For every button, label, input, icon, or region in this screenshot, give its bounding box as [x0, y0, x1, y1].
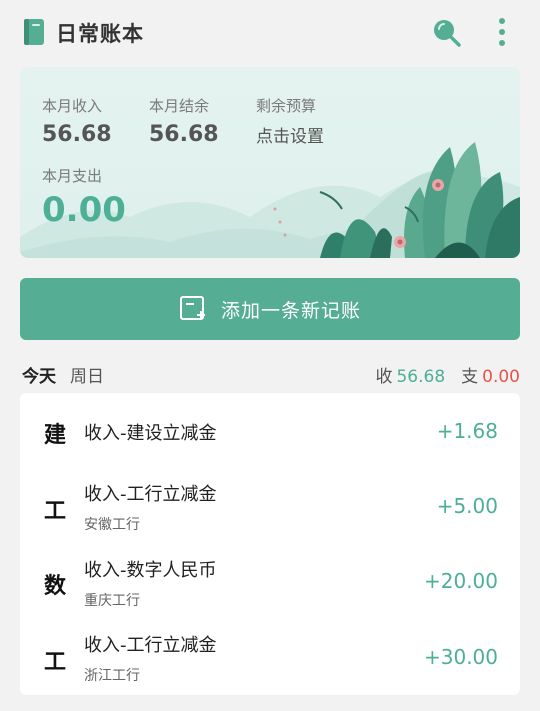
day-totals: 收 56.68 支 0.00 [375, 362, 520, 387]
top-bar: 日常账本 [0, 0, 540, 64]
list-item[interactable]: 数 收入-数字人民币 重庆工行 +20.00 [20, 544, 520, 619]
remaining-budget[interactable]: 剩余预算 点击设置 [256, 95, 324, 147]
transaction-account: 浙江工行 [84, 668, 140, 684]
set-budget-link[interactable]: 点击设置 [256, 122, 324, 147]
month-expense-value: 0.00 [42, 190, 126, 230]
transaction-title: 收入-工行立减金 [84, 484, 217, 505]
month-balance-value: 56.68 [149, 122, 219, 147]
transaction-title: 收入-建设立减金 [84, 423, 217, 444]
list-item[interactable]: 工 收入-工行立减金 安徽工行 +5.00 [20, 468, 520, 543]
category-char: 工 [44, 499, 67, 524]
list-item[interactable]: 工 收入-工行立减金 浙江工行 +30.00 [20, 619, 520, 694]
day-today: 今天 [22, 367, 56, 387]
transaction-amount: +1.68 [436, 419, 498, 443]
add-record-button[interactable]: 添加一条新记账 [20, 278, 520, 340]
app-title: 日常账本 [56, 22, 144, 46]
month-balance: 本月结余 56.68 [149, 95, 219, 147]
transaction-amount: +20.00 [423, 569, 498, 593]
day-expense-value: 0.00 [482, 367, 520, 387]
book-icon [24, 19, 44, 45]
month-expense-label: 本月支出 [42, 167, 103, 185]
transaction-title: 收入-工行立减金 [84, 635, 217, 656]
day-header: 今天 周日 收 56.68 支 0.00 [22, 362, 520, 387]
budget-label: 剩余预算 [256, 97, 317, 115]
list-item[interactable]: 建 收入-建设立减金 +1.68 [20, 393, 520, 463]
add-record-label: 添加一条新记账 [220, 299, 361, 322]
more-vertical-icon[interactable] [490, 16, 514, 48]
month-income-value: 56.68 [42, 122, 112, 147]
transaction-title: 收入-数字人民币 [84, 560, 217, 581]
month-balance-label: 本月结余 [149, 97, 210, 115]
month-expense: 本月支出 0.00 [42, 165, 126, 230]
month-income: 本月收入 56.68 [42, 95, 112, 147]
transaction-amount: +5.00 [436, 494, 498, 518]
transaction-list: 建 收入-建设立减金 +1.68 工 收入-工行立减金 安徽工行 +5.00 数… [20, 393, 520, 695]
transaction-account: 重庆工行 [84, 593, 140, 609]
month-income-label: 本月收入 [42, 97, 103, 115]
add-note-icon [179, 296, 205, 320]
category-char: 数 [44, 574, 67, 599]
day-weekday: 周日 [70, 367, 104, 387]
day-income-value: 56.68 [396, 367, 446, 387]
category-char: 工 [44, 650, 67, 675]
transaction-account: 安徽工行 [84, 517, 140, 533]
search-icon[interactable] [430, 16, 462, 48]
category-char: 建 [44, 423, 67, 448]
day-expense-label: 支 [461, 367, 479, 387]
month-summary-card: 本月收入 56.68 本月结余 56.68 剩余预算 点击设置 本月支出 0.0… [20, 67, 520, 258]
day-income-label: 收 [375, 367, 393, 387]
transaction-amount: +30.00 [423, 645, 498, 669]
